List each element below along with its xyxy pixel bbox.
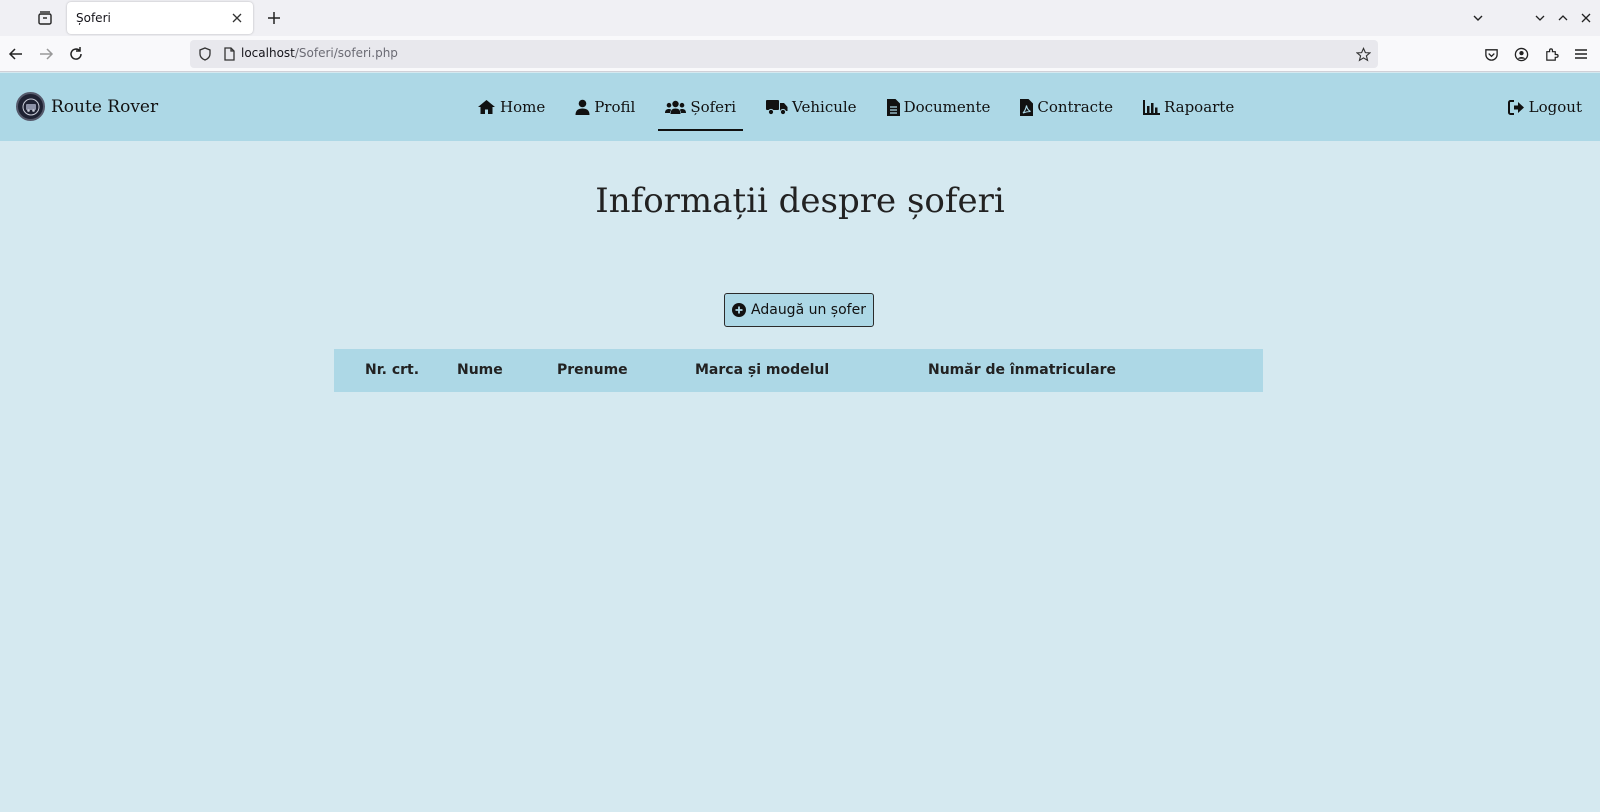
add-driver-label: Adaugă un șofer <box>751 302 866 318</box>
pdf-file-icon <box>1020 98 1034 116</box>
nav-vehicule-label: Vehicule <box>792 98 857 116</box>
new-tab-icon[interactable] <box>262 6 286 30</box>
account-icon[interactable] <box>1508 41 1534 67</box>
forward-icon[interactable] <box>33 41 59 67</box>
nav-contracte[interactable]: Contracte <box>1013 73 1120 141</box>
column-header-prenume: Prenume <box>557 362 628 378</box>
pocket-icon[interactable] <box>1478 41 1504 67</box>
nav-documente[interactable]: Documente <box>880 73 998 141</box>
column-header-nr-crt: Nr. crt. <box>365 362 420 378</box>
brand-name: Route Rover <box>51 96 159 117</box>
minimize-icon[interactable] <box>1528 6 1552 30</box>
user-icon <box>575 99 590 115</box>
brand[interactable]: Route Rover <box>16 92 158 121</box>
logout-label: Logout <box>1528 98 1582 116</box>
logout-link[interactable]: Logout <box>1507 73 1582 141</box>
extensions-icon[interactable] <box>1538 41 1564 67</box>
nav-rapoarte-label: Rapoarte <box>1163 98 1235 116</box>
browser-nav-bar: localhost/Soferi/soferi.php <box>0 36 1600 72</box>
document-icon <box>886 98 900 116</box>
url-text: localhost/Soferi/soferi.php <box>241 46 398 60</box>
page-info-icon[interactable] <box>220 45 238 63</box>
column-header-numar-inmatriculare: Număr de înmatriculare <box>928 362 1116 378</box>
url-bar[interactable]: localhost/Soferi/soferi.php <box>190 40 1378 68</box>
close-tab-icon[interactable] <box>225 6 249 30</box>
nav-profil-label: Profil <box>594 98 636 116</box>
nav-vehicule[interactable]: Vehicule <box>759 73 864 141</box>
column-header-nume: Nume <box>457 362 503 378</box>
add-driver-button[interactable]: Adaugă un șofer <box>724 293 874 327</box>
browser-tab[interactable]: Șoferi <box>67 2 253 34</box>
nav-profil[interactable]: Profil <box>568 73 642 141</box>
nav-soferi[interactable]: Șoferi <box>658 73 743 141</box>
nav-rapoarte[interactable]: Rapoarte <box>1136 73 1241 141</box>
bar-chart-icon <box>1142 99 1160 115</box>
plus-circle-icon <box>732 303 747 317</box>
nav-home[interactable]: Home <box>470 73 552 141</box>
bookmark-star-icon[interactable] <box>1354 45 1372 63</box>
nav-documente-label: Documente <box>903 98 991 116</box>
menu-icon[interactable] <box>1568 41 1594 67</box>
shield-icon[interactable] <box>196 45 214 63</box>
column-header-marca-model: Marca și modelul <box>695 362 830 378</box>
url-host: localhost <box>241 46 295 60</box>
maximize-icon[interactable] <box>1551 6 1575 30</box>
truck-icon <box>766 100 788 115</box>
home-icon <box>478 100 495 114</box>
site-header: Route Rover Home Profil Șoferi Vehicule … <box>0 73 1600 141</box>
tab-title: Șoferi <box>76 11 111 25</box>
nav-contracte-label: Contracte <box>1037 98 1113 116</box>
url-path: /Soferi/soferi.php <box>294 46 398 60</box>
drivers-table: Nr. crt. Nume Prenume Marca și modelul N… <box>334 349 1263 392</box>
reload-icon[interactable] <box>63 41 89 67</box>
tab-overview-icon[interactable] <box>36 9 54 27</box>
sign-out-icon <box>1507 99 1524 115</box>
page-title: Informații despre șoferi <box>595 181 1005 221</box>
browser-tab-bar: Șoferi <box>0 0 1600 36</box>
nav-soferi-label: Șoferi <box>690 98 737 116</box>
nav-home-label: Home <box>500 98 546 116</box>
users-icon <box>665 100 687 114</box>
main-nav: Home Profil Șoferi Vehicule Documente Co… <box>470 73 1257 141</box>
route-rover-logo <box>16 92 45 121</box>
back-icon[interactable] <box>3 41 29 67</box>
list-all-tabs-icon[interactable] <box>1466 6 1490 30</box>
close-window-icon[interactable] <box>1574 6 1598 30</box>
